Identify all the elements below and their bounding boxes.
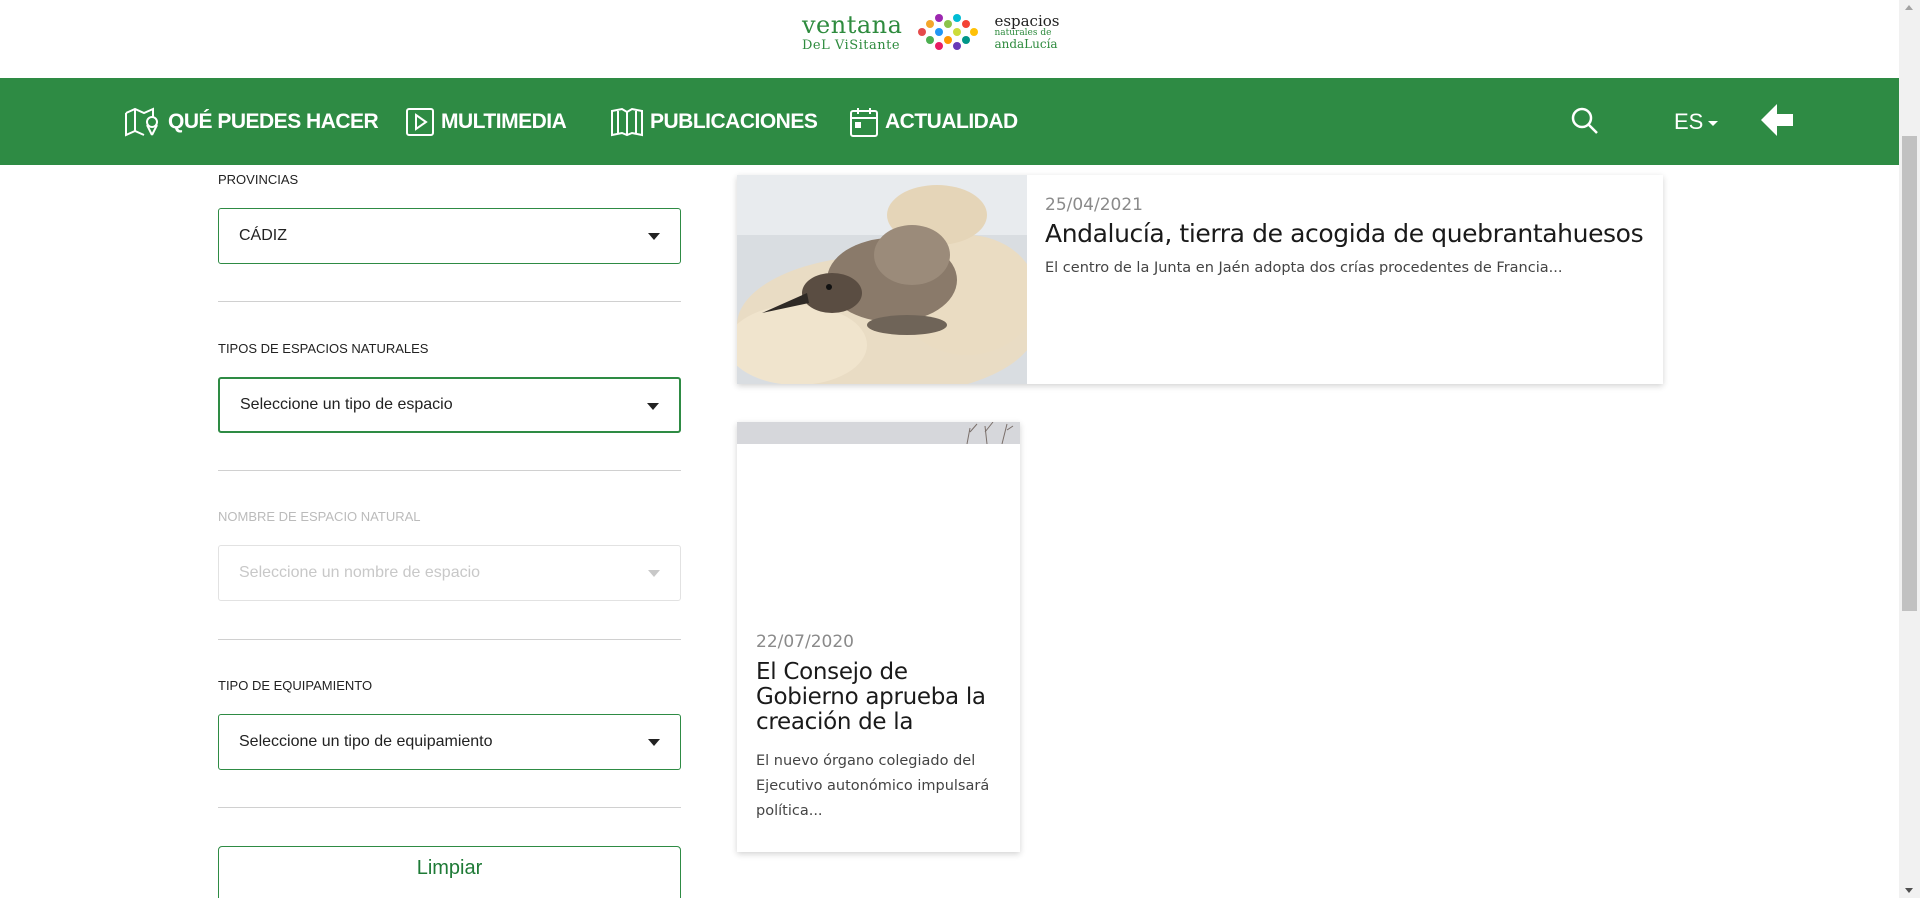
- calendar-icon: [850, 107, 878, 137]
- news-body: 22/07/2020 El Consejo de Gobierno aprueb…: [756, 632, 1006, 824]
- news-body: 25/04/2021 Andalucía, tierra de acogida …: [1045, 195, 1645, 276]
- nav-label: MULTIMEDIA: [441, 109, 567, 133]
- dropdown-arrow-icon: [648, 233, 660, 240]
- nombre-espacio-label: NOMBRE DE ESPACIO NATURAL: [218, 509, 421, 524]
- clear-filters-button[interactable]: Limpiar: [218, 846, 681, 898]
- nav-item-que-puedes-hacer[interactable]: QUÉ PUEDES HACER: [124, 78, 379, 165]
- news-title[interactable]: Andalucía, tierra de acogida de quebrant…: [1045, 219, 1645, 248]
- nav-item-actualidad[interactable]: ACTUALIDAD: [849, 78, 1018, 165]
- news-image: [737, 422, 1020, 444]
- main-nav: QUÉ PUEDES HACER MULTIMEDIA PUBLICACIONE…: [0, 78, 1899, 165]
- news-title[interactable]: El Consejo de Gobierno aprueba la creaci…: [756, 660, 1006, 735]
- news-card[interactable]: 22/07/2020 El Consejo de Gobierno aprueb…: [737, 422, 1020, 852]
- news-excerpt: El centro de la Junta en Jaén adopta dos…: [1045, 260, 1563, 276]
- scroll-down-icon[interactable]: [1905, 888, 1913, 893]
- news-image: [737, 175, 1027, 384]
- news-date: 25/04/2021: [1045, 195, 1143, 215]
- book-icon: [611, 107, 643, 136]
- news-card[interactable]: 25/04/2021 Andalucía, tierra de acogida …: [737, 175, 1663, 384]
- nav-item-multimedia[interactable]: MULTIMEDIA: [405, 78, 567, 165]
- nombre-espacio-select[interactable]: Seleccione un nombre de espacio: [218, 545, 681, 601]
- nav-label: QUÉ PUEDES HACER: [168, 109, 379, 133]
- logo-bar: ventana DeL ViSitante espacios naturales…: [0, 0, 1899, 78]
- tipos-espacios-select[interactable]: Seleccione un tipo de espacio: [218, 377, 681, 433]
- nav-item-publicaciones[interactable]: PUBLICACIONES: [610, 78, 818, 165]
- nav-label: ACTUALIDAD: [885, 109, 1018, 133]
- scroll-thumb[interactable]: [1902, 136, 1917, 611]
- back-arrow-icon[interactable]: [1757, 101, 1795, 139]
- tipos-espacios-value: Seleccione un tipo de espacio: [240, 396, 453, 413]
- divider: [218, 807, 681, 808]
- equipamiento-label: TIPO DE EQUIPAMIENTO: [218, 678, 373, 693]
- flower-logo-icon: [918, 14, 979, 50]
- dropdown-arrow-icon: [647, 403, 659, 410]
- scroll-up-icon[interactable]: [1905, 5, 1913, 10]
- page: ventana DeL ViSitante espacios naturales…: [0, 0, 1920, 898]
- map-pin-icon: [125, 106, 158, 137]
- divider: [218, 301, 681, 302]
- site-logo[interactable]: ventana DeL ViSitante espacios naturales…: [802, 10, 1098, 54]
- caret-down-icon: [1708, 120, 1719, 126]
- search-icon[interactable]: [1570, 106, 1600, 136]
- divider: [218, 639, 681, 640]
- divider: [218, 470, 681, 471]
- news-excerpt: El nuevo órgano colegiado del Ejecutivo …: [756, 753, 990, 819]
- logo-right3: andaLucía: [994, 37, 1058, 51]
- equipamiento-select[interactable]: Seleccione un tipo de equipamiento: [218, 714, 681, 770]
- provincias-value: CÁDIZ: [239, 227, 287, 244]
- dropdown-arrow-icon: [648, 570, 660, 577]
- logo-subtitle: espacios naturales de andaLucía: [994, 12, 1060, 51]
- news-date: 22/07/2020: [756, 632, 854, 652]
- logo-line1: ventana: [802, 10, 903, 39]
- tipos-espacios-label: TIPOS DE ESPACIOS NATURALES: [218, 341, 429, 356]
- vertical-scrollbar[interactable]: [1899, 0, 1920, 898]
- language-selector[interactable]: ES: [1674, 78, 1719, 165]
- equipamiento-value: Seleccione un tipo de equipamiento: [239, 733, 493, 750]
- play-icon: [406, 107, 434, 136]
- language-label: ES: [1674, 108, 1704, 134]
- dropdown-arrow-icon: [648, 739, 660, 746]
- logo-line2: DeL ViSitante: [802, 37, 901, 53]
- nombre-espacio-value: Seleccione un nombre de espacio: [239, 564, 481, 581]
- logo-wordmark: ventana DeL ViSitante: [802, 13, 902, 52]
- provincias-select[interactable]: CÁDIZ: [218, 208, 681, 264]
- provincias-label: PROVINCIAS: [218, 172, 299, 187]
- logo-right1: espacios: [994, 12, 1060, 30]
- nav-label: PUBLICACIONES: [650, 109, 818, 133]
